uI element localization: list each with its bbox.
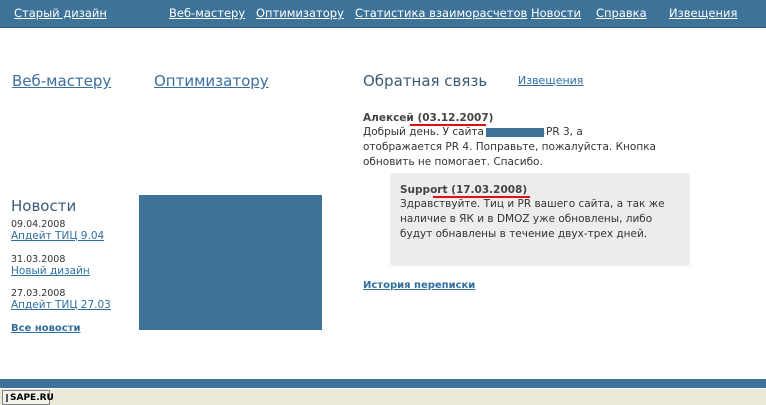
taskbar: SAPE.RU — [0, 388, 766, 405]
news-date: 27.03.2008 — [11, 288, 66, 299]
reply-date: (17.03.2008) — [451, 184, 528, 196]
message-text-before: Добрый день. У сайта — [363, 126, 484, 138]
feedback-title: Обратная связь — [363, 72, 488, 90]
support-reply-box: Support (17.03.2008) Здравствуйте. Тиц и… — [390, 173, 690, 266]
news-date: 09.04.2008 — [11, 219, 66, 230]
banner-placeholder — [139, 195, 322, 330]
reply-author: Support — [400, 184, 448, 196]
optimizer-link[interactable]: Оптимизатору — [154, 72, 269, 90]
page-icon — [6, 393, 8, 402]
taskbar-window-button[interactable]: SAPE.RU — [2, 390, 54, 405]
footer-bar — [0, 379, 766, 388]
history-link[interactable]: История переписки — [363, 280, 475, 291]
reply-text: Здравствуйте. Тиц и PR вашего сайта, а т… — [400, 198, 665, 240]
nav-optimizer[interactable]: Оптимизатору — [256, 6, 344, 20]
feedback-notices-link[interactable]: Извещения — [518, 74, 583, 87]
taskbar-window-label: SAPE.RU — [10, 392, 54, 403]
nav-old-design[interactable]: Старый дизайн — [14, 6, 107, 20]
redacted-site-block — [486, 127, 544, 137]
news-title: Новости — [11, 197, 77, 215]
webmaster-link[interactable]: Веб-мастеру — [12, 72, 111, 90]
reply-header: Support (17.03.2008) — [400, 184, 527, 196]
nav-webmaster[interactable]: Веб-мастеру — [169, 6, 245, 20]
message-header: Алексей (03.12.2007) — [363, 112, 493, 124]
news-link[interactable]: Апдейт ТИЦ 27.03 — [11, 299, 111, 311]
news-date: 31.03.2008 — [11, 254, 66, 265]
nav-help[interactable]: Справка — [596, 6, 647, 20]
top-nav-bar: Старый дизайн Веб-мастеру Оптимизатору С… — [0, 0, 766, 28]
nav-news[interactable]: Новости — [531, 6, 581, 20]
all-news-link[interactable]: Все новости — [11, 323, 81, 334]
message-author: Алексей — [363, 112, 414, 124]
news-link[interactable]: Апдейт ТИЦ 9.04 — [11, 230, 104, 242]
message-date: (03.12.2007) — [417, 112, 494, 124]
nav-notices[interactable]: Извещения — [669, 6, 737, 20]
news-link[interactable]: Новый дизайн — [11, 265, 90, 277]
message-text: Добрый день. У сайта PR 3, а отображается… — [363, 125, 663, 170]
nav-stats[interactable]: Статистика взаиморасчетов — [355, 6, 527, 20]
